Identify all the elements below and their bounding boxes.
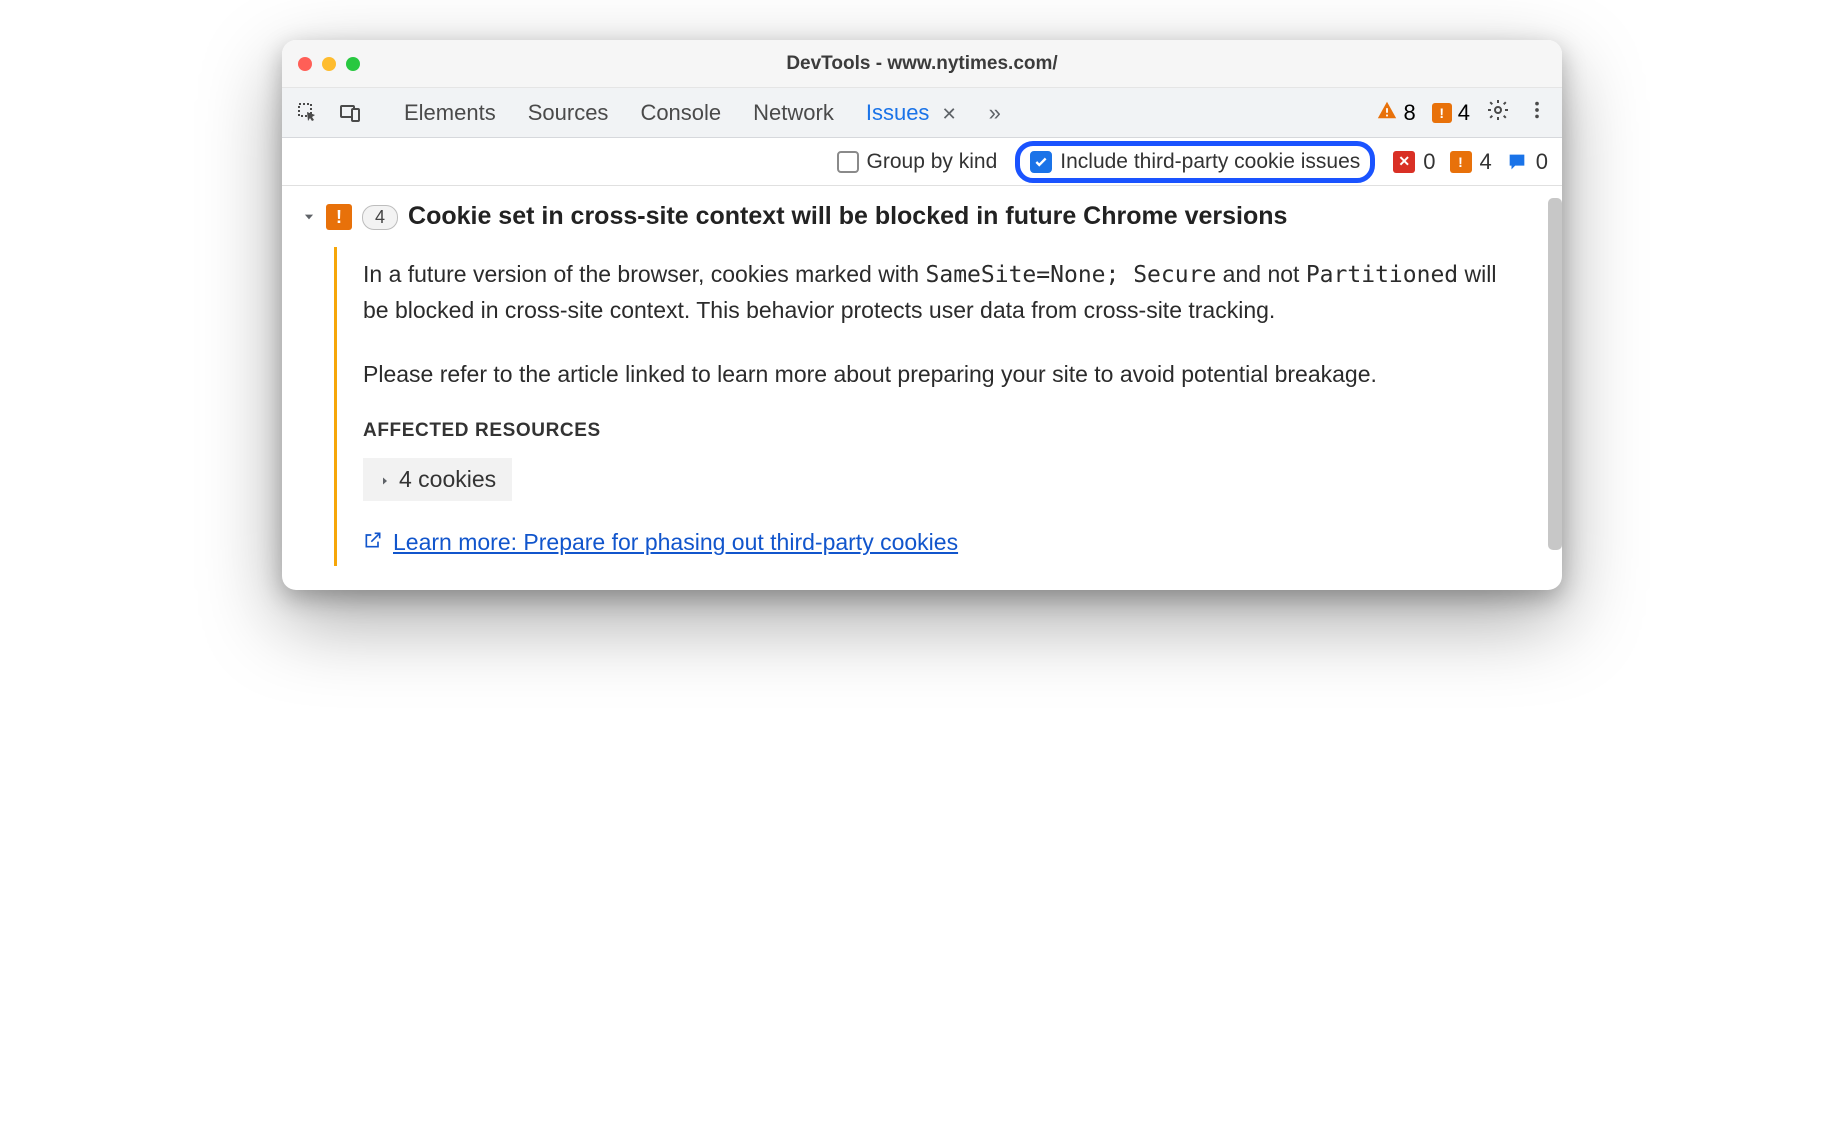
warning-square-count: 4 [1458, 100, 1470, 126]
include-third-party-label: Include third-party cookie issues [1060, 150, 1360, 174]
window-close-button[interactable] [298, 57, 312, 71]
window-minimize-button[interactable] [322, 57, 336, 71]
warning-triangle-count: 8 [1404, 100, 1416, 126]
devtools-toolbar: Elements Sources Console Network Issues … [282, 88, 1562, 138]
code-partitioned: Partitioned [1306, 262, 1458, 288]
warning-count: 4 [1480, 149, 1492, 175]
para1-prefix: In a future version of the browser, cook… [363, 261, 926, 287]
issues-content: ! 4 Cookie set in cross-site context wil… [282, 186, 1562, 590]
external-link-icon [363, 529, 383, 556]
device-toolbar-icon[interactable] [338, 101, 362, 125]
tab-issues-label: Issues [866, 100, 930, 125]
issue-body: In a future version of the browser, cook… [334, 247, 1538, 567]
code-samesite: SameSite=None; Secure [926, 262, 1217, 288]
error-count-group[interactable]: ✕ 0 [1393, 149, 1435, 175]
vertical-scrollbar[interactable] [1548, 186, 1562, 590]
warnings-triangle-badge[interactable]: 8 [1376, 99, 1416, 127]
info-count-group[interactable]: 0 [1506, 149, 1548, 175]
info-count: 0 [1536, 149, 1548, 175]
issues-list: ! 4 Cookie set in cross-site context wil… [282, 186, 1548, 590]
learn-more-link[interactable]: Learn more: Prepare for phasing out thir… [363, 529, 958, 556]
issue-paragraph-1: In a future version of the browser, cook… [363, 257, 1498, 329]
warning-icon: ! [1450, 151, 1472, 173]
group-by-kind-toggle[interactable]: Group by kind [837, 150, 998, 174]
include-third-party-toggle[interactable]: Include third-party cookie issues [1015, 141, 1375, 183]
issue-title: Cookie set in cross-site context will be… [408, 200, 1287, 233]
tab-network[interactable]: Network [753, 100, 834, 126]
tab-close-icon[interactable]: ✕ [942, 104, 957, 124]
warning-square-icon: ! [1432, 103, 1452, 123]
group-by-kind-label: Group by kind [867, 150, 998, 174]
inspect-element-icon[interactable] [296, 101, 320, 125]
error-count: 0 [1423, 149, 1435, 175]
toolbar-left: Elements Sources Console Network Issues … [296, 100, 1001, 126]
include-third-party-checkbox[interactable] [1030, 151, 1052, 173]
warnings-square-badge[interactable]: ! 4 [1432, 100, 1470, 126]
learn-more-text: Learn more: Prepare for phasing out thir… [393, 529, 958, 556]
caret-right-icon [379, 466, 391, 493]
warning-triangle-icon [1376, 99, 1398, 127]
more-tabs-icon[interactable]: » [989, 100, 1001, 126]
toolbar-right: 8 ! 4 [1376, 98, 1549, 127]
issue-count-badge: 4 [362, 205, 398, 230]
settings-icon[interactable] [1486, 98, 1510, 127]
window-title: DevTools - www.nytimes.com/ [282, 53, 1562, 75]
scroll-thumb[interactable] [1548, 198, 1562, 550]
titlebar: DevTools - www.nytimes.com/ [282, 40, 1562, 88]
window-maximize-button[interactable] [346, 57, 360, 71]
tab-sources[interactable]: Sources [528, 100, 609, 126]
issues-filter-row: Group by kind Include third-party cookie… [282, 138, 1562, 186]
affected-resources-label: AFFECTED RESOURCES [363, 420, 1498, 442]
info-icon [1506, 151, 1528, 173]
panel-tabs: Elements Sources Console Network Issues … [404, 100, 1001, 126]
group-by-kind-checkbox[interactable] [837, 151, 859, 173]
affected-cookies-text: 4 cookies [399, 466, 496, 493]
tab-issues[interactable]: Issues ✕ [866, 100, 957, 126]
issue-paragraph-2: Please refer to the article linked to le… [363, 357, 1498, 393]
tab-console[interactable]: Console [640, 100, 721, 126]
warning-count-group[interactable]: ! 4 [1450, 149, 1492, 175]
devtools-window: DevTools - www.nytimes.com/ Elements Sou… [282, 40, 1562, 590]
affected-cookies-toggle[interactable]: 4 cookies [363, 458, 512, 501]
tab-elements[interactable]: Elements [404, 100, 496, 126]
issue-severity-icon: ! [326, 204, 352, 230]
para1-mid: and not [1216, 261, 1306, 287]
more-options-icon[interactable] [1526, 99, 1548, 126]
error-icon: ✕ [1393, 151, 1415, 173]
disclosure-triangle-icon[interactable] [302, 210, 316, 224]
issue-severity-counts: ✕ 0 ! 4 0 [1393, 149, 1548, 175]
issue-header-row[interactable]: ! 4 Cookie set in cross-site context wil… [292, 200, 1538, 233]
traffic-lights [298, 57, 360, 71]
